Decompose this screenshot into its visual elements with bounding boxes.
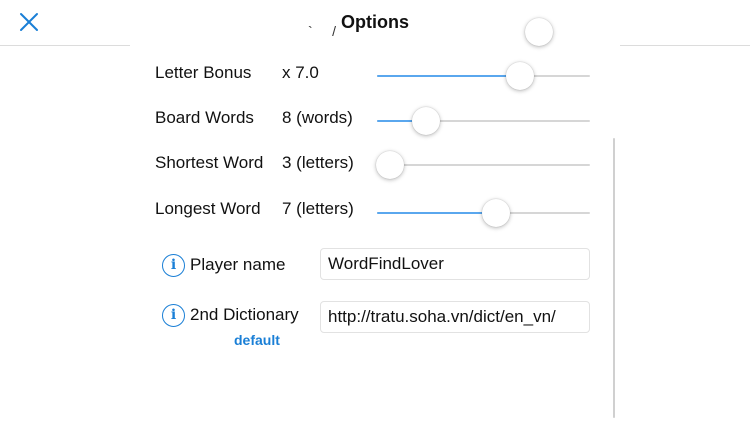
shortest-word-value: 3 (letters) <box>282 153 354 172</box>
slider-thumb[interactable] <box>482 199 510 227</box>
longest-word-slider[interactable] <box>377 199 590 227</box>
header-divider-left <box>0 45 130 46</box>
longest-word-value: 7 (letters) <box>282 199 354 218</box>
slider-thumb[interactable] <box>376 151 404 179</box>
slider-track <box>377 164 590 166</box>
board-words-value: 8 (words) <box>282 108 353 127</box>
slider-thumb[interactable] <box>412 107 440 135</box>
info-icon[interactable]: i <box>162 254 185 277</box>
board-words-label: Board Words <box>155 108 254 127</box>
default-dictionary-link[interactable]: default <box>234 332 280 348</box>
header-divider-right <box>620 45 750 46</box>
board-words-slider[interactable] <box>377 107 590 135</box>
slider-fill <box>377 212 496 214</box>
letter-bonus-slider[interactable] <box>377 62 590 90</box>
longest-word-label: Longest Word <box>155 199 261 218</box>
slider-partial[interactable] <box>377 18 590 46</box>
partial-row-value: ` / <box>308 23 336 39</box>
slider-thumb[interactable] <box>525 18 553 46</box>
letter-bonus-label: Letter Bonus <box>155 63 252 82</box>
scrollbar[interactable] <box>613 138 615 418</box>
slider-thumb[interactable] <box>506 62 534 90</box>
dictionary-url-input[interactable] <box>320 301 590 333</box>
page-title: Options <box>341 12 409 32</box>
player-name-label: Player name <box>190 255 286 274</box>
dictionary-label: 2nd Dictionary <box>190 305 299 324</box>
shortest-word-label: Shortest Word <box>155 153 264 172</box>
letter-bonus-value: x 7.0 <box>282 63 319 82</box>
shortest-word-slider[interactable] <box>376 151 590 179</box>
slider-fill <box>377 75 520 77</box>
info-icon[interactable]: i <box>162 304 185 327</box>
player-name-input[interactable] <box>320 248 590 280</box>
